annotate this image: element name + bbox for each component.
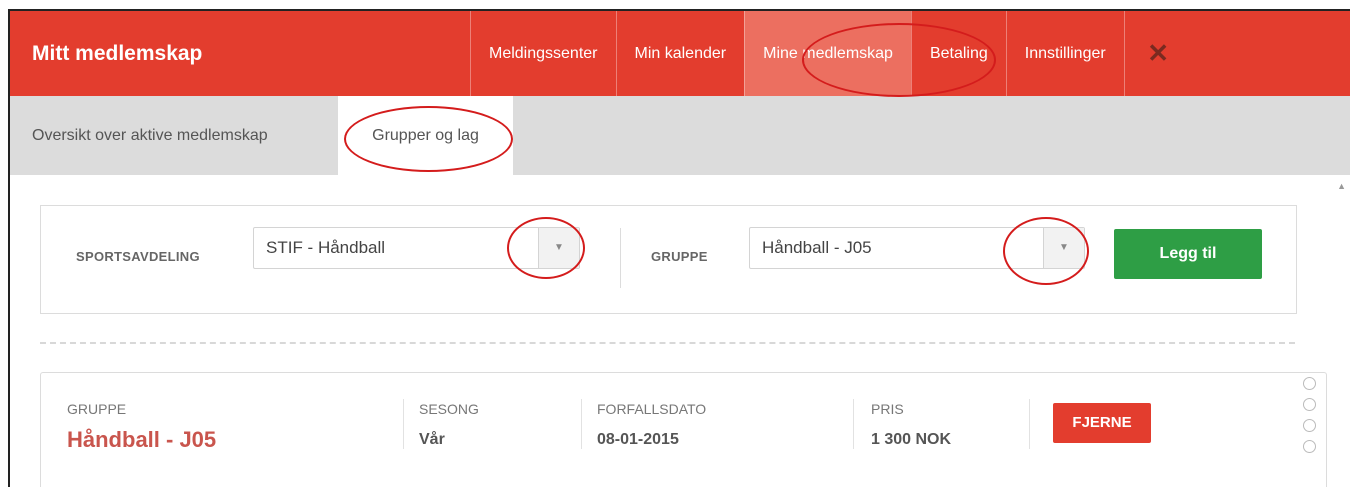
card-divider [1029, 399, 1030, 449]
nav-innstillinger[interactable]: Innstillinger [1005, 11, 1124, 96]
handle-dot [1303, 419, 1316, 432]
main-nav: Meldingssenter Min kalender Mine medlems… [470, 11, 1192, 96]
card-divider [853, 399, 854, 449]
group-select[interactable]: Håndball - J05 ▼ [749, 227, 1085, 269]
add-button[interactable]: Legg til [1114, 229, 1262, 279]
nav-min-kalender[interactable]: Min kalender [615, 11, 745, 96]
drag-handle-icon[interactable] [1303, 377, 1317, 461]
filter-divider [620, 228, 621, 288]
card-divider [403, 399, 404, 449]
scroll-up-icon[interactable]: ▲ [1337, 181, 1346, 191]
handle-dot [1303, 377, 1316, 390]
tab-oversikt[interactable]: Oversikt over aktive medlemskap [32, 96, 268, 175]
card-due-label: FORFALLSDATO [597, 401, 707, 417]
card-divider [581, 399, 582, 449]
remove-button[interactable]: FJERNE [1053, 403, 1151, 443]
handle-dot [1303, 398, 1316, 411]
membership-card: GRUPPE Håndball - J05 SESONG Vår FORFALL… [40, 372, 1327, 487]
dashed-divider [40, 342, 1295, 344]
card-price-label: PRIS [871, 401, 904, 417]
close-icon[interactable]: ✕ [1123, 11, 1192, 96]
tab-grupper-og-lag[interactable]: Grupper og lag [338, 96, 513, 175]
group-label: GRUPPE [651, 249, 708, 264]
header-bar: Mitt medlemskap Meldingssenter Min kalen… [10, 11, 1350, 96]
card-season-value: Vår [419, 431, 445, 448]
app-title: Mitt medlemskap [32, 42, 203, 65]
membership-dialog: Mitt medlemskap Meldingssenter Min kalen… [10, 11, 1350, 487]
group-select-value: Håndball - J05 [762, 238, 872, 257]
sub-nav: Oversikt over aktive medlemskap Grupper … [10, 96, 1350, 175]
nav-meldingssenter[interactable]: Meldingssenter [470, 11, 616, 96]
handle-dot [1303, 440, 1316, 453]
sport-select-value: STIF - Håndball [266, 238, 386, 257]
card-due-value: 08-01-2015 [597, 431, 679, 448]
dropdown-arrow-icon[interactable]: ▼ [1043, 228, 1084, 268]
sport-select[interactable]: STIF - Håndball ▼ [253, 227, 580, 269]
card-group-name: Håndball - J05 [67, 427, 217, 452]
card-group-label: GRUPPE [67, 401, 127, 417]
nav-mine-medlemskap[interactable]: Mine medlemskap [744, 11, 911, 96]
add-group-form: SPORTSAVDELING STIF - Håndball ▼ GRUPPE … [40, 205, 1297, 314]
card-season-label: SESONG [419, 401, 479, 417]
nav-betaling[interactable]: Betaling [910, 11, 1006, 96]
sport-label: SPORTSAVDELING [76, 249, 200, 264]
card-price-value: 1 300 NOK [871, 431, 952, 448]
dropdown-arrow-icon[interactable]: ▼ [538, 228, 579, 268]
